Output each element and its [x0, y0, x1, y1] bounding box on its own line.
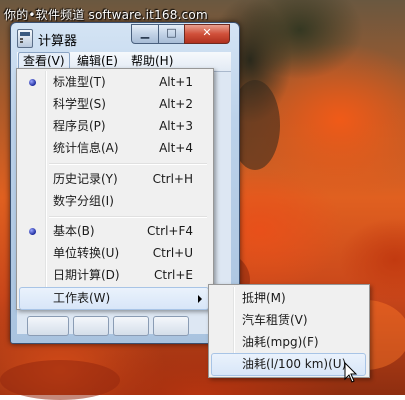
submenu-item-fuel-l-per-100km[interactable]: 油耗(l/100 km)(U): [211, 353, 366, 376]
menu-help[interactable]: 帮助(H): [127, 53, 177, 69]
submenu-item-fuel-mpg[interactable]: 油耗(mpg)(F): [211, 332, 366, 353]
menu-item-shortcut: Ctrl+H: [152, 172, 193, 186]
radio-bullet-icon: [29, 79, 36, 86]
submenu-item-vehicle-lease[interactable]: 汽车租赁(V): [211, 310, 366, 331]
mouse-pointer-icon: [344, 362, 358, 383]
menu-item-label: 数字分组(I): [53, 194, 114, 208]
menu-item-label: 历史记录(Y): [53, 172, 118, 186]
menu-item-scientific[interactable]: 科学型(S) Alt+2: [19, 94, 209, 115]
menu-item-label: 科学型(S): [53, 97, 106, 111]
calculator-key[interactable]: [73, 316, 109, 336]
minimize-button[interactable]: ▁: [131, 24, 159, 44]
menu-item-shortcut: Ctrl+F4: [147, 224, 193, 238]
menu-item-history[interactable]: 历史记录(Y) Ctrl+H: [19, 169, 209, 190]
calculator-key[interactable]: [27, 316, 69, 336]
menu-edit[interactable]: 编辑(E): [73, 53, 122, 69]
title-bar[interactable]: 计算器 ▁ □ ✕: [11, 23, 239, 51]
menu-item-shortcut: Alt+4: [159, 141, 193, 155]
submenu-item-mortgage[interactable]: 抵押(M): [211, 288, 366, 309]
menu-item-label: 日期计算(D): [53, 268, 120, 282]
close-button[interactable]: ✕: [184, 24, 230, 44]
menu-item-label: 标准型(T): [53, 75, 106, 89]
menu-item-label: 工作表(W): [53, 291, 111, 305]
menu-item-unit-conversion[interactable]: 单位转换(U) Ctrl+U: [19, 243, 209, 264]
menu-item-shortcut: Ctrl+U: [152, 246, 193, 260]
minimize-icon: ▁: [140, 26, 150, 39]
menu-item-shortcut: Ctrl+E: [154, 268, 193, 282]
menu-item-shortcut: Alt+3: [159, 119, 193, 133]
menu-item-standard[interactable]: 标准型(T) Alt+1: [19, 72, 209, 93]
window-title: 计算器: [38, 34, 78, 49]
menu-item-label: 单位转换(U): [53, 246, 120, 260]
menu-item-digit-grouping[interactable]: 数字分组(I): [19, 191, 209, 212]
menu-item-label: 汽车租赁(V): [242, 313, 308, 327]
menu-item-label: 油耗(l/100 km)(U): [242, 357, 347, 371]
maximize-button[interactable]: □: [158, 24, 185, 44]
close-icon: ✕: [202, 26, 212, 39]
menu-item-label: 程序员(P): [53, 119, 106, 133]
menu-separator: [49, 216, 207, 218]
radio-bullet-icon: [29, 228, 36, 235]
menu-item-label: 抵押(M): [242, 291, 286, 305]
calculator-icon: [17, 29, 33, 48]
menu-item-shortcut: Alt+1: [159, 75, 193, 89]
menu-item-programmer[interactable]: 程序员(P) Alt+3: [19, 116, 209, 137]
watermark: 你的•软件频道 software.it168.com: [4, 8, 208, 22]
calculator-key[interactable]: [113, 316, 149, 336]
menu-item-basic[interactable]: 基本(B) Ctrl+F4: [19, 221, 209, 242]
chevron-right-icon: [198, 295, 202, 303]
menu-item-label: 油耗(mpg)(F): [242, 335, 319, 349]
menu-item-label: 统计信息(A): [53, 141, 119, 155]
maximize-icon: □: [166, 26, 177, 39]
menu-separator: [49, 163, 207, 165]
menu-item-statistics[interactable]: 统计信息(A) Alt+4: [19, 138, 209, 159]
menu-item-label: 基本(B): [53, 224, 95, 238]
menu-item-shortcut: Alt+2: [159, 97, 193, 111]
menu-item-date-calculation[interactable]: 日期计算(D) Ctrl+E: [19, 265, 209, 286]
calculator-key[interactable]: [153, 316, 189, 336]
view-menu-dropdown: 标准型(T) Alt+1 科学型(S) Alt+2 程序员(P) Alt+3 统…: [16, 68, 214, 310]
menu-item-worksheets[interactable]: 工作表(W): [19, 287, 209, 310]
